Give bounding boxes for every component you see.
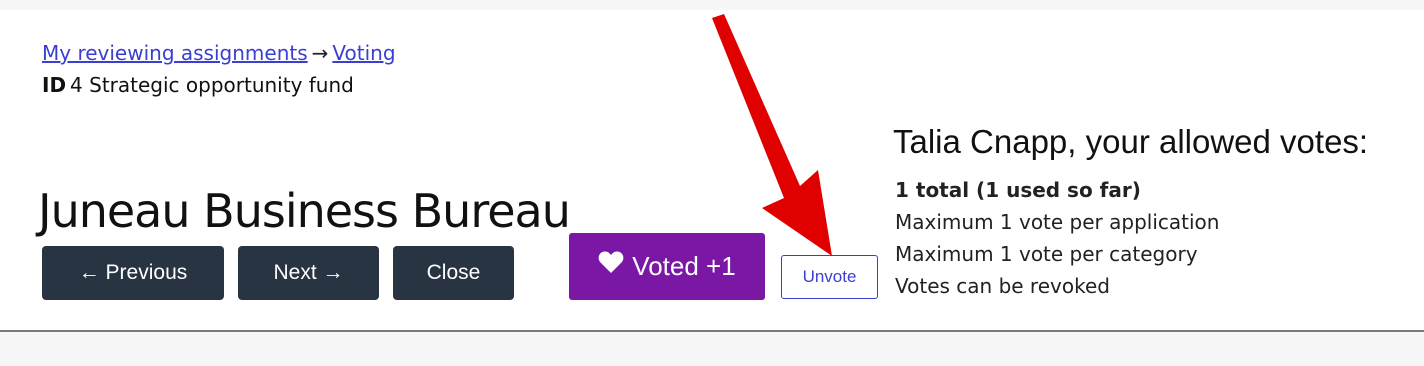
id-label: ID [42, 73, 67, 97]
application-id: ID 4 Strategic opportunity fund [42, 73, 354, 97]
allowed-votes-heading: Talia Cnapp, your allowed votes: [893, 123, 1369, 160]
red-arrow-icon [712, 14, 832, 256]
votes-rule-per-application: Maximum 1 vote per application [895, 210, 1220, 234]
previous-button[interactable]: ← Previous [42, 246, 224, 300]
votes-rule-revoke: Votes can be revoked [895, 274, 1110, 298]
votes-total: 1 total (1 used so far) [895, 178, 1141, 202]
allowed-votes-list: 1 total (1 used so far) Maximum 1 vote p… [895, 174, 1219, 302]
unvote-button[interactable]: Unvote [781, 255, 878, 299]
page-title: Juneau Business Bureau [38, 184, 571, 238]
close-button[interactable]: Close [393, 246, 514, 300]
breadcrumb: My reviewing assignments → Voting [42, 41, 396, 65]
breadcrumb-link-reviewing-assignments[interactable]: My reviewing assignments [42, 41, 308, 65]
top-strip [0, 0, 1424, 10]
next-button[interactable]: Next → [238, 246, 379, 300]
heart-icon [598, 232, 624, 299]
breadcrumb-separator: → [311, 41, 329, 65]
votes-rule-per-category: Maximum 1 vote per category [895, 242, 1198, 266]
breadcrumb-link-voting[interactable]: Voting [332, 41, 395, 65]
id-value: 4 Strategic opportunity fund [70, 73, 354, 97]
